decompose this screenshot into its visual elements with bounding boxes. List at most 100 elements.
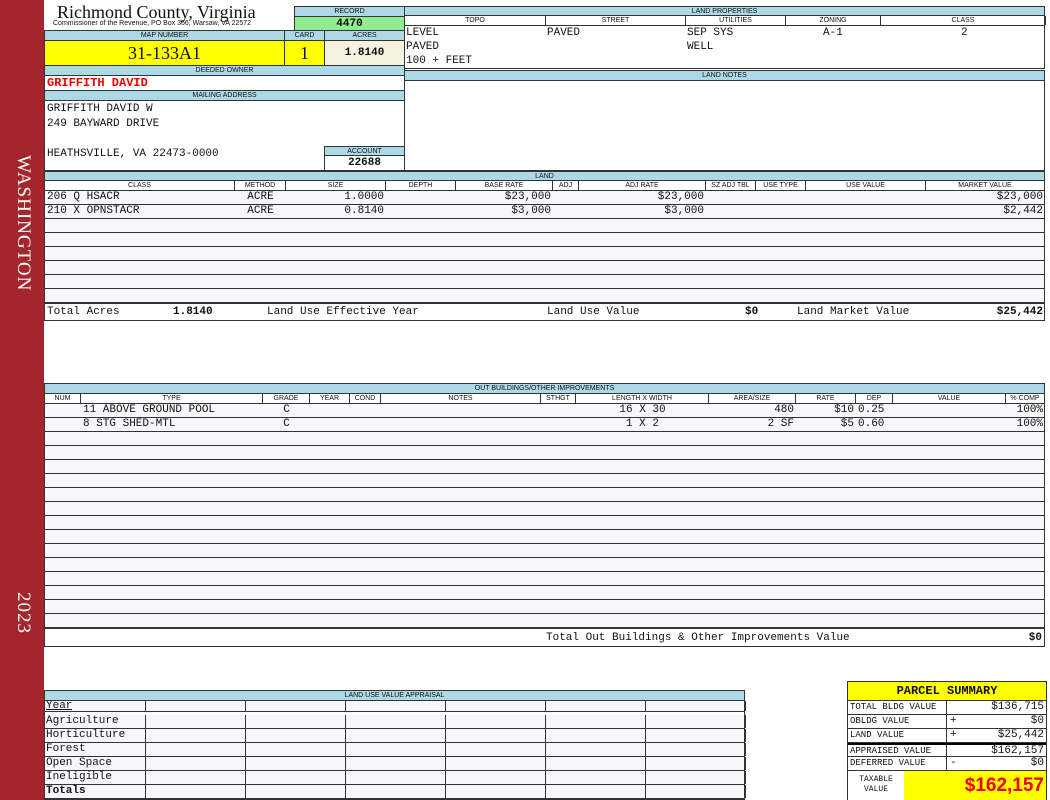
land-total-total-acres-label: Total Acres [47, 306, 120, 318]
column-header: VALUE [893, 394, 1006, 403]
outbuildings-total-label: Total Out Buildings & Other Improvements… [546, 632, 850, 644]
record-value: 4470 [294, 16, 405, 31]
column-header: LENGTH X WIDTH [576, 394, 709, 403]
summary-row: DEFERRED VALUE - $0 [848, 757, 1046, 771]
appraisal-row-label: Agriculture [46, 715, 119, 727]
appraisal-row-label: Totals [46, 785, 86, 797]
summary-value: $25,442 [997, 729, 1044, 741]
grid-divider [645, 743, 646, 756]
column-header: ADJ [553, 181, 579, 190]
grid-divider [245, 715, 246, 728]
table-cell: 0.25 [858, 404, 885, 416]
column-header: SIZE [286, 181, 386, 190]
grid-divider [645, 771, 646, 784]
taxable-value-label: TAXABLE VALUE [848, 771, 904, 800]
grid-divider [745, 743, 746, 756]
table-row [45, 614, 1044, 628]
land-properties-columns: TOPO STREET UTILITIES ZONING CLASS [405, 16, 1046, 26]
grid-divider [445, 729, 446, 742]
table-cell: ACRE [247, 205, 274, 217]
mailing-line-3: HEATHSVILLE, VA 22473-0000 [47, 148, 219, 160]
appraisal-row-label: Open Space [46, 757, 113, 769]
column-header: CLASS [881, 16, 1046, 25]
column-header: UTILITIES [686, 16, 786, 25]
grid-divider [545, 715, 546, 728]
summary-sign: - [950, 757, 957, 769]
table-row [45, 558, 1044, 572]
mailing-line-2: 249 BAYWARD DRIVE [47, 118, 160, 130]
table-cell: 11 ABOVE GROUND POOL [83, 404, 216, 416]
grid-divider [745, 771, 746, 784]
appraisal-row: Totals [45, 785, 746, 799]
grid-divider [245, 785, 246, 798]
appraisal-row: Agriculture [45, 715, 746, 729]
appraisal-row: Forest [45, 743, 746, 757]
land-total-market-value-label: Land Market Value [797, 306, 910, 318]
appraisal-row-label: Horticulture [46, 729, 126, 741]
column-header: MARKET VALUE [926, 181, 1045, 190]
grid-divider [445, 715, 446, 728]
topo-1: LEVEL [406, 27, 440, 39]
table-row [45, 600, 1044, 614]
column-header: TOPO [405, 16, 546, 25]
topo-3: 100 + FEET [406, 55, 473, 67]
land-total-total-acres: 1.8140 [173, 306, 213, 318]
grid-divider [545, 743, 546, 756]
table-cell: 210 X OPNSTACR [47, 205, 140, 217]
land-total-use-value: $0 [745, 306, 759, 318]
land-total-market-value: $25,442 [996, 306, 1043, 318]
grid-divider [245, 701, 246, 711]
column-header: YEAR [310, 394, 350, 403]
grid-divider [245, 771, 246, 784]
grid-divider [145, 757, 146, 770]
column-header: ADJ RATE [579, 181, 706, 190]
topo-2: PAVED [406, 41, 440, 53]
summary-value: $0 [1030, 757, 1044, 769]
table-cell: 1.0000 [344, 191, 384, 203]
summary-row: OBLDG VALUE + $0 [848, 715, 1046, 729]
column-header: STHGT [541, 394, 576, 403]
summary-value: $136,715 [991, 701, 1044, 713]
grid-divider [445, 771, 446, 784]
parcel-summary: PARCEL SUMMARY TOTAL BLDG VALUE $136,715 O… [847, 681, 1047, 800]
column-header: BASE RATE [456, 181, 553, 190]
grid-divider [345, 701, 346, 711]
grid-divider [545, 785, 546, 798]
table-row [45, 261, 1044, 275]
grid-divider [645, 729, 646, 742]
grid-divider [645, 757, 646, 770]
table-cell: $5 [840, 418, 854, 430]
grid-divider [345, 757, 346, 770]
column-header: NOTES [381, 394, 541, 403]
table-row: 11 ABOVE GROUND POOL C 16 X 30 480 $10 0.25 10… [45, 404, 1044, 418]
table-row [45, 544, 1044, 558]
column-header: CLASS [45, 181, 235, 190]
summary-label: DEFERRED VALUE [850, 758, 926, 768]
grid-divider [145, 715, 146, 728]
appraisal-row: Horticulture [45, 729, 746, 743]
table-cell: ACRE [247, 191, 274, 203]
appraisal-row-label: Forest [46, 743, 86, 755]
grid-divider [445, 743, 446, 756]
table-row [45, 247, 1044, 261]
column-header: % COMP [1006, 394, 1045, 403]
appraisal-row-label: Ineligible [46, 771, 113, 783]
table-row [45, 446, 1044, 460]
grid-divider [245, 757, 246, 770]
grid-divider [345, 715, 346, 728]
column-header: AREA/SIZE [709, 394, 796, 403]
table-row [45, 233, 1044, 247]
land-table: CLASS METHOD SIZE DEPTH BASE RATE ADJ ADJ RATE… [44, 180, 1045, 321]
table-cell: 480 [774, 404, 794, 416]
grid-divider [946, 715, 947, 728]
grid-divider [345, 785, 346, 798]
table-row [45, 502, 1044, 516]
appraisal-row: Ineligible [45, 771, 746, 785]
grid-divider [145, 729, 146, 742]
grid-divider [145, 771, 146, 784]
table-cell: 2 SF [767, 418, 794, 430]
table-row [45, 460, 1044, 474]
column-header: METHOD [235, 181, 286, 190]
summary-sign: + [950, 729, 957, 741]
table-cell: $23,000 [504, 191, 551, 203]
